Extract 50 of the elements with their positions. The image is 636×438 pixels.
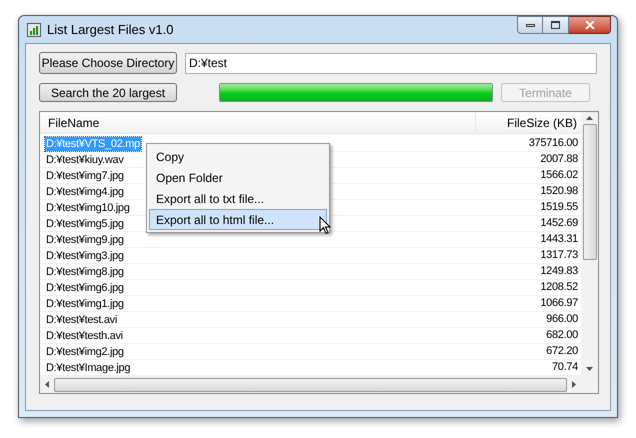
menu-item[interactable]: Export all to txt file... [149, 188, 327, 209]
directory-field[interactable]: D:¥test [185, 52, 597, 74]
file-size: 1066.97 [539, 296, 579, 311]
vertical-scrollbar[interactable] [581, 112, 598, 376]
file-name[interactable]: D:¥test¥test.avi [45, 312, 118, 326]
file-size: 1249.83 [539, 264, 579, 279]
scroll-right-icon[interactable] [572, 381, 576, 388]
file-size: 1443.31 [539, 232, 579, 247]
file-size: 682.00 [545, 328, 579, 343]
maximize-button[interactable] [543, 16, 569, 34]
menu-item[interactable]: Copy [149, 146, 327, 167]
file-name[interactable]: D:¥test¥kiuy.wav [45, 152, 125, 166]
file-name[interactable]: D:¥test¥testh.avi [45, 328, 124, 342]
menu-item[interactable]: Export all to html file... [149, 209, 327, 230]
scroll-left-icon[interactable] [45, 381, 49, 388]
file-name[interactable]: D:¥test¥Image.jpg [45, 360, 132, 374]
file-name[interactable]: D:¥test¥img9.jpg [45, 232, 125, 246]
file-size: 1208.52 [539, 280, 579, 295]
horizontal-scrollbar[interactable] [40, 376, 598, 393]
file-name[interactable]: D:¥test¥img8.jpg [45, 264, 125, 278]
file-size: 966.00 [545, 312, 579, 327]
file-name[interactable]: D:¥test¥img3.jpg [45, 248, 125, 262]
file-size: 70.74 [550, 360, 579, 375]
choose-directory-button[interactable]: Please Choose Directory [39, 52, 177, 74]
file-name[interactable]: D:¥test¥img10.jpg [45, 200, 131, 214]
file-size: 1566.02 [539, 168, 579, 183]
file-name[interactable]: D:¥test¥img4.jpg [45, 184, 125, 198]
file-size: 375716.00 [528, 136, 579, 151]
file-name[interactable]: D:¥test¥img7.jpg [45, 168, 125, 182]
close-icon [584, 21, 594, 29]
column-header[interactable]: FileSize (KB) [476, 112, 581, 133]
scroll-up-icon[interactable] [586, 116, 593, 120]
window-title: List Largest Files v1.0 [47, 20, 174, 39]
file-size: 1519.55 [539, 200, 579, 215]
file-size: 672.20 [545, 344, 579, 359]
column-header[interactable]: FileName [40, 112, 476, 133]
file-size: 1317.73 [539, 248, 579, 263]
file-name[interactable]: D:¥test¥img1.jpg [45, 296, 125, 310]
file-name[interactable]: D:¥test¥img5.jpg [45, 216, 125, 230]
menu-item[interactable]: Open Folder [149, 167, 327, 188]
file-name[interactable]: D:¥test¥img6.jpg [45, 280, 125, 294]
file-size: 1520.98 [539, 184, 579, 199]
close-button[interactable] [569, 16, 611, 34]
search-button[interactable]: Search the 20 largest [39, 82, 177, 102]
minimize-button[interactable] [517, 16, 543, 34]
bar-chart-icon [27, 22, 41, 36]
scroll-down-icon[interactable] [586, 367, 593, 371]
file-size: 1452.69 [539, 216, 579, 231]
file-name[interactable]: D:¥test¥img2.jpg [45, 344, 125, 358]
file-size: 2007.88 [539, 152, 579, 167]
